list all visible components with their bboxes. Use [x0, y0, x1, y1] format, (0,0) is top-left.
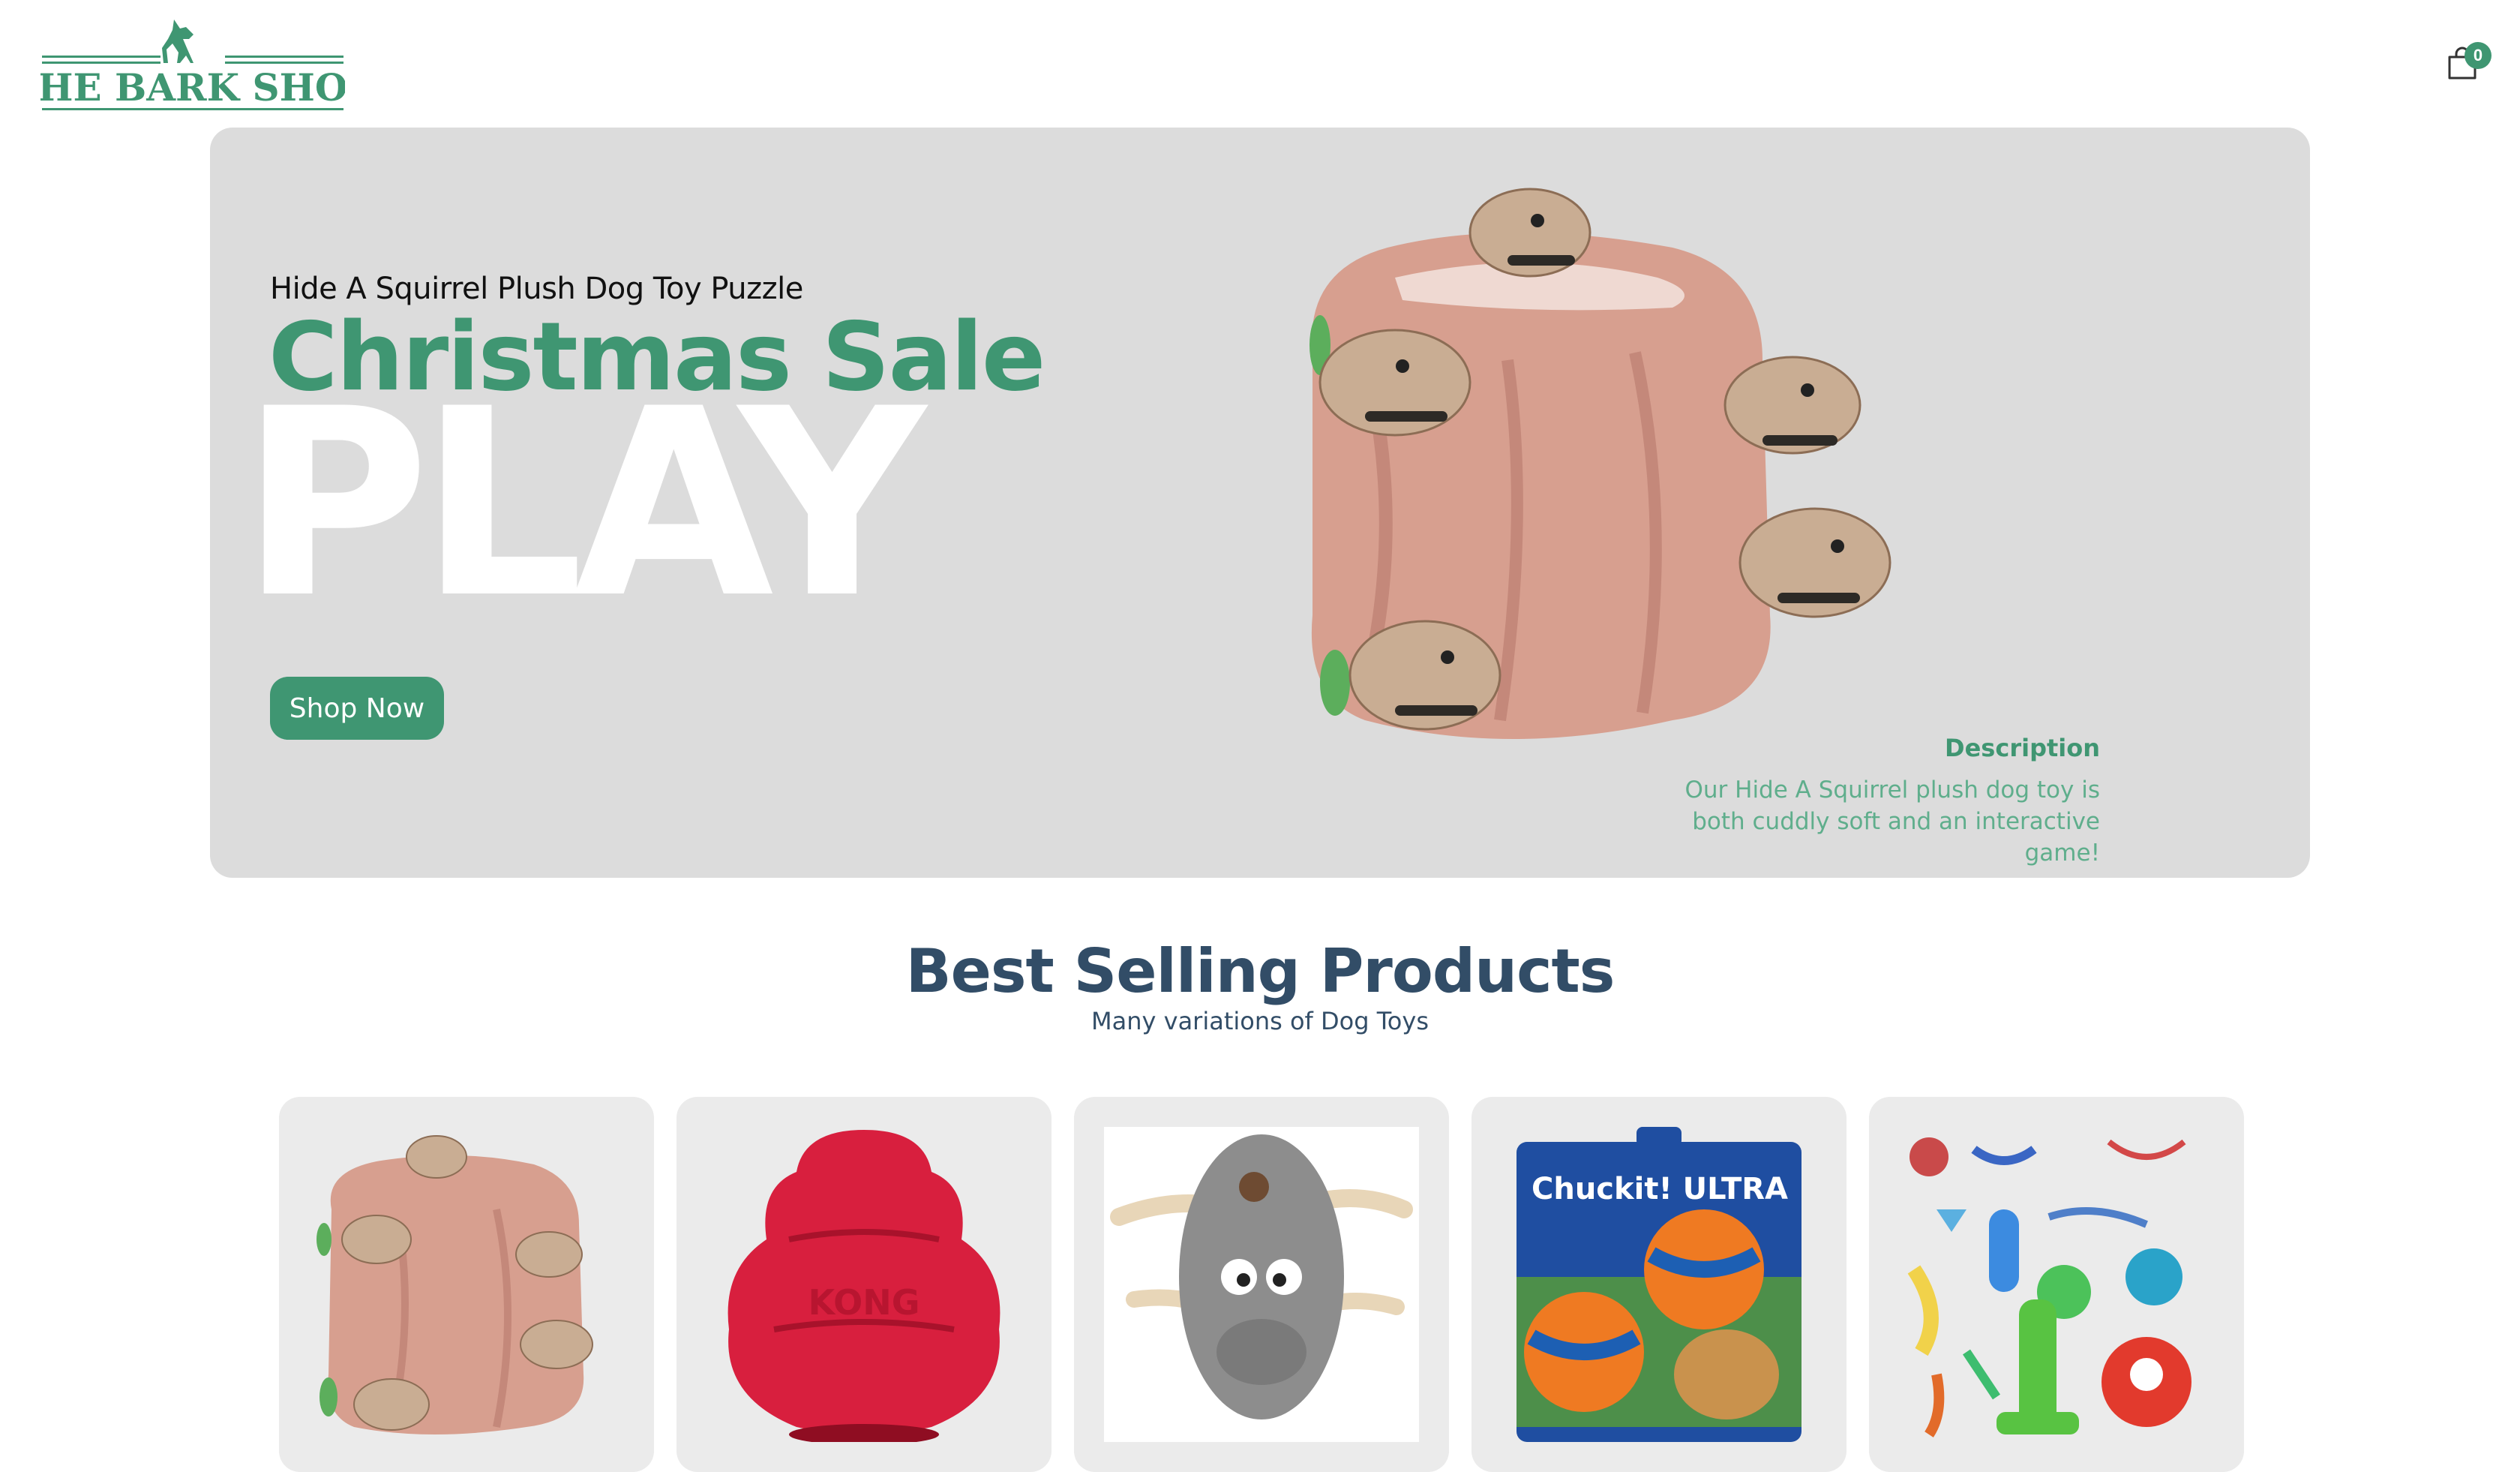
kong-toy-image: KONG	[728, 1130, 1000, 1442]
product-card-toy-set[interactable]	[1869, 1097, 2244, 1472]
product-card-donkey[interactable]	[1074, 1097, 1449, 1472]
description-title: Description	[1945, 734, 2100, 762]
chuckit-ball-image: Chuckit! ULTRA	[1516, 1127, 1802, 1442]
hero-product-image	[1310, 188, 1892, 739]
product-card-squirrel[interactable]	[279, 1097, 654, 1472]
section-title: Best Selling Products	[905, 936, 1616, 1006]
section-subtitle: Many variations of Dog Toys	[1091, 1007, 1429, 1035]
svg-text:THE BARK SHOP: THE BARK SHOP	[40, 65, 345, 110]
hero-banner: Hide A Squirrel Plush Dog Toy Puzzle Chr…	[210, 128, 2310, 878]
svg-text:KONG: KONG	[808, 1282, 920, 1323]
product-card-kong[interactable]: KONG	[676, 1097, 1052, 1472]
squirrel-toy-image	[316, 1135, 593, 1434]
svg-text:Chuckit! ULTRA: Chuckit! ULTRA	[1532, 1172, 1788, 1206]
bark-shop-logo[interactable]: THE BARK SHOP	[40, 17, 345, 114]
rope-toy-set-image	[1907, 1137, 2192, 1437]
description-text: Our Hide A Squirrel plush dog toy is bot…	[1684, 777, 2100, 867]
shop-now-button[interactable]: Shop Now	[270, 677, 444, 740]
dog-icon	[162, 20, 194, 63]
product-card-chuckit[interactable]: Chuckit! ULTRA	[1472, 1097, 1846, 1472]
plush-donkey-image	[1104, 1127, 1419, 1442]
cart-count-badge: 0	[2464, 42, 2492, 69]
hero-large-text: PLAY	[240, 354, 926, 655]
